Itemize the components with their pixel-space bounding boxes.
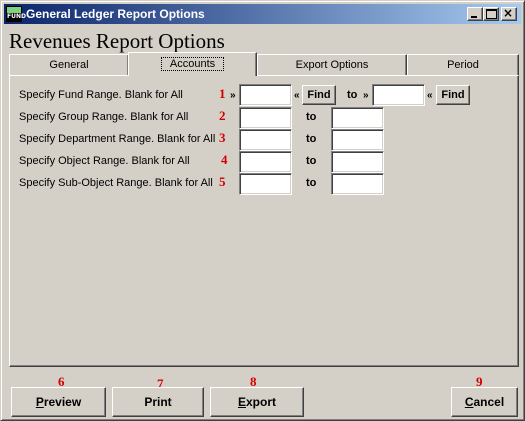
cancel-button[interactable]: Cancel [451,387,518,417]
tab-export-options[interactable]: Export Options [257,54,407,75]
title-bar[interactable]: FUND General Ledger Report Options × [4,4,521,24]
print-label: Print [144,395,172,409]
tab-general-label: General [49,59,89,71]
print-button[interactable]: Print [112,387,204,417]
tab-export-options-label: Export Options [295,59,369,71]
close-button[interactable]: × [501,6,517,21]
window: FUND General Ledger Report Options × Rev… [0,0,525,421]
tab-period-label: Period [447,59,479,71]
preview-accelerator: P [35,395,44,409]
tab-period[interactable]: Period [407,54,519,75]
preview-button[interactable]: Preview [11,387,106,417]
export-label: xport [246,395,276,409]
page-title: Revenues Report Options [9,29,225,53]
app-icon: FUND [6,6,26,22]
tab-general[interactable]: General [9,54,129,75]
preview-label: review [43,395,82,409]
minimize-icon [471,16,477,18]
accounts-panel [9,75,519,367]
tab-accounts-label: Accounts [160,57,225,71]
cancel-label: ancel [473,395,505,409]
close-icon: × [503,6,514,20]
export-accelerator: E [237,395,246,409]
minimize-button[interactable] [467,7,483,21]
export-button[interactable]: Export [210,387,304,417]
maximize-button[interactable] [483,7,499,21]
app-icon-text: FUND [7,13,26,21]
maximize-icon [486,9,497,19]
window-title: General Ledger Report Options [26,7,205,21]
tab-accounts[interactable]: Accounts [128,52,257,76]
